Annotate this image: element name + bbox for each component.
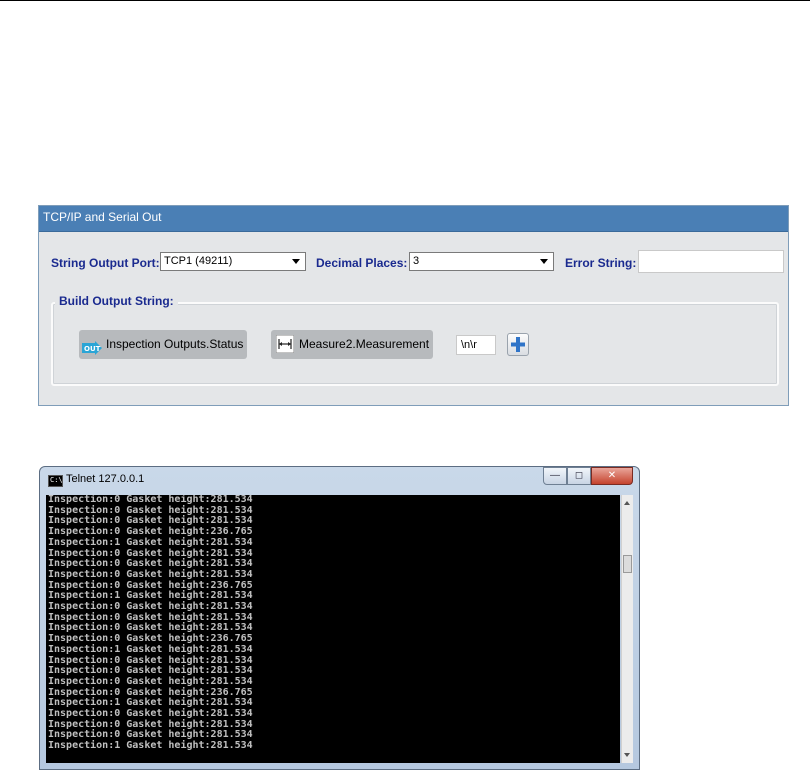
page-top-rule: [0, 0, 810, 1]
build-output-label: Build Output String:: [55, 294, 178, 308]
panel-title: TCP/IP and Serial Out: [39, 206, 788, 232]
out-icon: OUT: [82, 337, 102, 366]
error-string-label: Error String:: [565, 256, 637, 270]
console-output[interactable]: Inspection:0 Gasket height:281.534 Inspec…: [46, 495, 620, 763]
add-token-button[interactable]: [507, 333, 529, 356]
svg-text:OUT: OUT: [84, 345, 101, 353]
window-title: Telnet 127.0.0.1: [66, 473, 145, 485]
string-output-port-select[interactable]: TCP1 (49211): [160, 252, 306, 271]
output-token-inspection-status[interactable]: OUT Inspection Outputs.Status: [79, 330, 247, 359]
chevron-down-icon: [292, 259, 300, 264]
scroll-down-icon[interactable]: [624, 753, 630, 757]
string-output-port-value: TCP1 (49211): [164, 255, 233, 267]
console-line: Inspection:1 Gasket height:281.534: [48, 643, 253, 655]
string-output-port-label: String Output Port:: [51, 256, 160, 270]
chevron-down-icon: [540, 259, 548, 264]
error-string-input[interactable]: [638, 250, 784, 273]
terminator-value: \n\r: [461, 339, 477, 351]
close-button[interactable]: ✕: [591, 467, 633, 485]
decimal-places-value: 3: [413, 255, 420, 267]
terminator-input[interactable]: \n\r: [456, 335, 496, 355]
console-line: Inspection:1 Gasket height:281.534: [48, 740, 253, 752]
maximize-button[interactable]: ◻: [567, 467, 591, 485]
vertical-scrollbar[interactable]: [621, 495, 633, 763]
decimal-places-label: Decimal Places:: [316, 256, 408, 270]
scroll-up-icon[interactable]: [624, 501, 630, 505]
chip-label: Measure2.Measurement: [299, 337, 430, 351]
console-icon: C:\: [48, 475, 63, 487]
minimize-button[interactable]: —: [543, 467, 567, 485]
output-token-measure2[interactable]: Measure2.Measurement: [271, 330, 433, 359]
chip-label: Inspection Outputs.Status: [106, 337, 244, 351]
plus-icon: [511, 337, 525, 357]
tcpip-serial-out-panel: TCP/IP and Serial Out String Output Port…: [38, 205, 789, 406]
close-icon: ✕: [607, 470, 617, 481]
maximize-icon: ◻: [574, 470, 584, 481]
console-line: Inspection:1 Gasket height:281.534: [48, 536, 253, 548]
decimal-places-select[interactable]: 3: [409, 252, 554, 271]
scroll-thumb[interactable]: [623, 555, 632, 573]
caliper-icon: [275, 334, 295, 364]
telnet-window: C:\ Telnet 127.0.0.1 — ◻ ✕ Inspection:0 …: [39, 466, 640, 770]
minimize-icon: —: [550, 470, 560, 481]
